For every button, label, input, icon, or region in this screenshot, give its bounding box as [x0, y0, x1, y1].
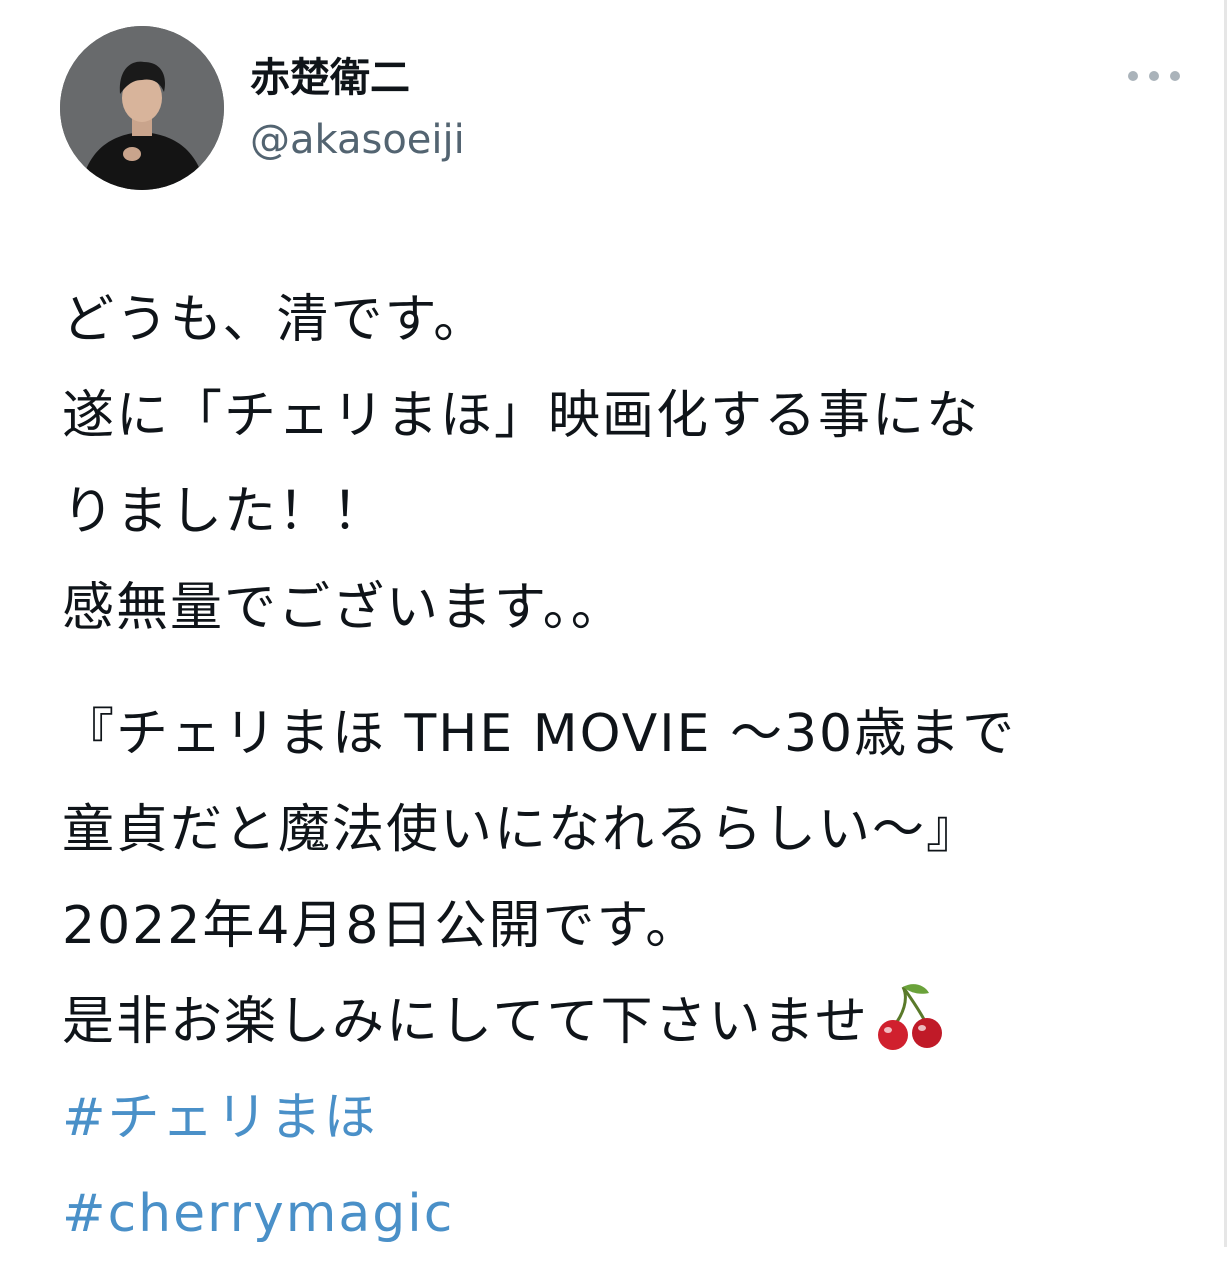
tweet-line: 是非お楽しみにしてて下さいませ: [62, 992, 869, 1052]
tweet-line: 『チェリまほ THE MOVIE 〜30歳まで: [62, 704, 1017, 764]
hashtag-link[interactable]: #チェリまほ: [62, 1070, 1192, 1166]
avatar[interactable]: [60, 26, 224, 190]
more-options-icon[interactable]: [1128, 56, 1180, 96]
display-name[interactable]: 赤楚衛二: [250, 50, 410, 106]
tweet-line: 2022年4月8日公開です。: [62, 896, 700, 956]
dot: [1170, 71, 1180, 81]
tweet-line: 童貞だと魔法使いになれるらしい〜』: [62, 800, 981, 860]
tweet-line: 遂に「チェリまほ」映画化する事にな: [62, 386, 981, 446]
tweet-line: どうも、清です。: [62, 290, 488, 350]
cherries-icon: [877, 984, 942, 1050]
tweet-line-with-emoji: 是非お楽しみにしてて下さいませ: [62, 974, 1192, 1070]
hashtag-link[interactable]: #cherrymagic: [62, 1166, 1192, 1262]
dot: [1149, 71, 1159, 81]
tweet-line: 感無量でございます。。: [62, 578, 625, 638]
tweet-line: りました！！: [62, 482, 387, 542]
user-handle[interactable]: @akasoeiji: [250, 112, 465, 168]
profile-photo: [60, 26, 224, 190]
tweet-text: どうも、清です。 遂に「チェリまほ」映画化する事にな りました！！ 感無量でござ…: [62, 272, 1192, 1262]
dot: [1128, 71, 1138, 81]
tweet-card: 赤楚衛二 @akasoeiji どうも、清です。 遂に「チェリまほ」映画化する事…: [0, 0, 1224, 1247]
